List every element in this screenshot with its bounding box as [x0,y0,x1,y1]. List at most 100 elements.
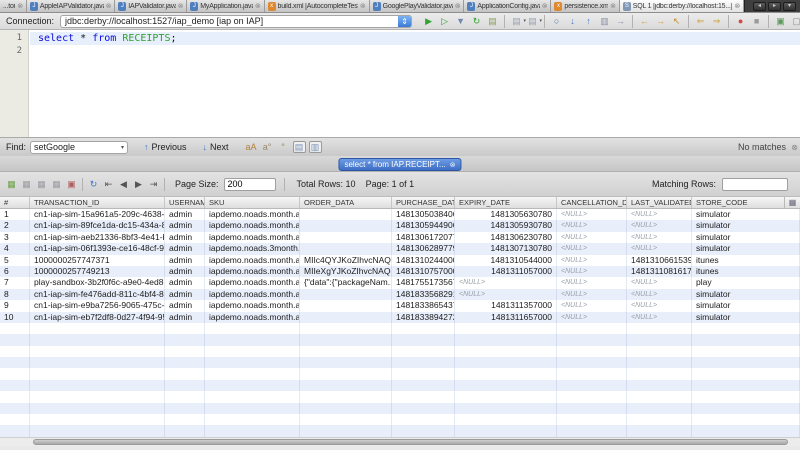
table-cell[interactable] [692,357,800,368]
table-cell[interactable]: 10 [0,312,30,323]
table-cell[interactable]: 1481833568291 [392,289,455,300]
table-cell[interactable] [165,414,205,425]
table-row[interactable] [0,346,800,357]
table-cell[interactable] [165,380,205,391]
file-tab[interactable]: JIAPValidator.java⊗ [115,0,187,12]
table-cell[interactable]: 8 [0,289,30,300]
matching-rows-input[interactable] [722,178,788,191]
column-header[interactable]: ORDER_DATA [300,197,392,208]
previous-page-icon[interactable]: ◀ [117,178,130,191]
table-cell[interactable] [165,346,205,357]
find-next-icon[interactable]: ↓ [566,15,579,28]
table-cell[interactable]: admin [165,209,205,220]
table-row[interactable]: 1cn1-iap-sim-15a961a5-209c-4638-9...admi… [0,209,800,220]
table-cell[interactable]: itunes [692,255,800,266]
table-cell[interactable]: cn1-iap-sim-15a961a5-209c-4638-9... [30,209,165,220]
table-cell[interactable]: iapdemo.noads.month.auto [205,255,300,266]
table-cell[interactable]: admin [165,300,205,311]
find-previous-button[interactable]: ↑ Previous [144,142,187,152]
results-tab[interactable]: select * from IAP.RECEIPT... ⊗ [338,158,461,171]
table-cell[interactable] [300,357,392,368]
table-cell[interactable] [455,414,557,425]
comment-icon[interactable]: ▣ [774,15,787,28]
table-cell[interactable] [30,334,165,345]
table-cell[interactable]: simulator [692,220,800,231]
table-cell[interactable] [300,209,392,220]
forward-icon[interactable]: → [654,15,667,28]
column-header[interactable]: TRANSACTION_ID [30,197,165,208]
table-cell[interactable]: iapdemo.noads.month.auto [205,220,300,231]
table-row[interactable]: 7play-sandbox-3b2f0f6c-a9e0-4ed8-b...adm… [0,277,800,288]
table-cell[interactable]: 1481310244000 [392,255,455,266]
refresh-records-icon[interactable]: ↻ [87,178,100,191]
table-cell[interactable] [627,357,692,368]
table-cell[interactable]: simulator [692,209,800,220]
record-macro-icon[interactable]: ● [734,15,747,28]
table-cell[interactable]: <NULL> [627,277,692,288]
table-cell[interactable]: 1 [0,209,30,220]
table-cell[interactable] [0,334,30,345]
refresh-schemas-icon[interactable]: ↻ [470,15,483,28]
table-cell[interactable]: <NULL> [557,300,627,311]
tab-scroll-left-button[interactable]: ◂ [753,2,766,11]
table-cell[interactable]: cn1-iap-sim-fe476add-811c-4bf4-84... [30,289,165,300]
table-cell[interactable]: 1481310757000 [392,266,455,277]
column-header[interactable]: LAST_VALIDATED [627,197,692,208]
run-statement-icon[interactable]: ▷ [438,15,451,28]
next-page-icon[interactable]: ▶ [132,178,145,191]
table-cell[interactable]: <NULL> [557,220,627,231]
table-cell[interactable] [557,346,627,357]
table-cell[interactable] [557,334,627,345]
table-cell[interactable] [0,391,30,402]
table-cell[interactable] [692,334,800,345]
table-cell[interactable] [165,425,205,436]
table-row[interactable] [0,323,800,334]
table-row[interactable]: 51000000257747371adminiapdemo.noads.mont… [0,255,800,266]
table-cell[interactable]: 1000000257747371 [30,255,165,266]
table-cell[interactable] [165,368,205,379]
table-cell[interactable]: 1481311057000 [455,266,557,277]
table-cell[interactable] [557,357,627,368]
table-cell[interactable] [627,391,692,402]
file-tab[interactable]: xpersistence.xml⊗ [551,0,619,12]
table-cell[interactable]: MIIeXgYJKoZIhvcNAQc... [300,266,392,277]
close-icon[interactable]: ⊗ [455,2,461,10]
copy-rows-icon[interactable]: ▥ [598,15,611,28]
table-cell[interactable]: <NULL> [627,209,692,220]
table-cell[interactable] [557,380,627,391]
insert-record-icon[interactable]: ▦ [5,178,18,191]
table-cell[interactable]: cn1-iap-sim-e9ba7256-9065-475c-9... [30,300,165,311]
table-cell[interactable] [692,323,800,334]
table-cell[interactable] [392,368,455,379]
shift-right-icon[interactable]: ⇒ [710,15,723,28]
table-cell[interactable] [300,334,392,345]
table-cell[interactable] [205,425,300,436]
table-cell[interactable] [300,300,392,311]
whole-words-icon[interactable]: ° [277,141,290,154]
close-icon[interactable]: ⊗ [360,2,366,10]
page-size-input[interactable] [224,178,276,191]
new-sql-icon[interactable]: ▤ [486,15,499,28]
table-cell[interactable] [455,357,557,368]
table-cell[interactable] [300,414,392,425]
table-cell[interactable]: 1481833894272 [392,312,455,323]
table-cell[interactable] [165,334,205,345]
table-cell[interactable]: <NULL> [557,255,627,266]
horizontal-scrollbar[interactable] [0,437,800,446]
table-cell[interactable]: play [692,277,800,288]
table-cell[interactable] [627,425,692,436]
table-cell[interactable]: <NULL> [557,277,627,288]
column-header[interactable]: # [0,197,30,208]
column-header[interactable]: SKU [205,197,300,208]
table-cell[interactable] [300,391,392,402]
table-cell[interactable] [0,368,30,379]
table-cell[interactable]: simulator [692,312,800,323]
table-row[interactable]: 4cn1-iap-sim-06f1393e-ce16-48cf-91...adm… [0,243,800,254]
regex-icon[interactable]: ▤ [293,141,306,153]
table-row[interactable] [0,368,800,379]
next-sql-icon[interactable]: ▤▾ [526,15,539,28]
table-cell[interactable] [300,368,392,379]
table-row[interactable] [0,403,800,414]
table-cell[interactable]: play-sandbox-3b2f0f6c-a9e0-4ed8-b... [30,277,165,288]
table-cell[interactable] [455,334,557,345]
